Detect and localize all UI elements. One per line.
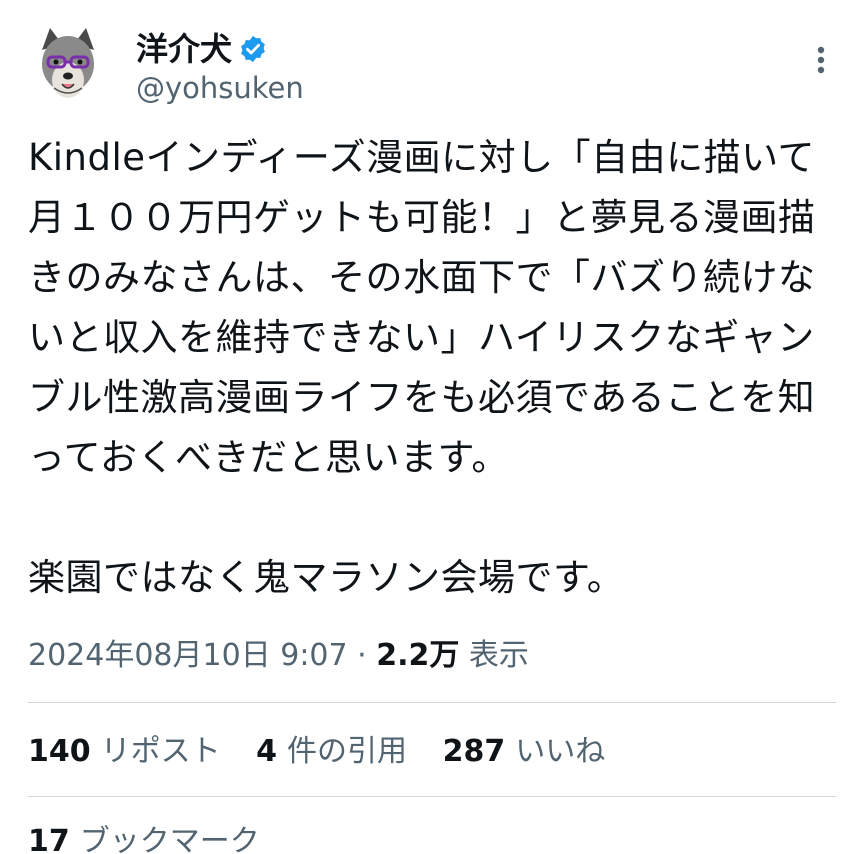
user-handle[interactable]: @yohsuken: [136, 70, 304, 106]
meta-separator: ·: [347, 638, 377, 673]
bookmarks-stat[interactable]: 17 ブックマーク: [28, 820, 260, 854]
verified-badge-icon: [238, 34, 268, 64]
tweet-meta: 2024年08月10日 9:07 · 2.2万 表示: [28, 634, 529, 678]
engagement-stats: 140 リポスト 4 件の引用 287 いいね: [28, 730, 631, 774]
likes-stat[interactable]: 287 いいね: [443, 730, 606, 774]
reposts-label: リポスト: [100, 734, 221, 769]
likes-count: 287: [442, 734, 506, 769]
views-label: 表示: [459, 638, 529, 673]
bookmarks-count: 17: [28, 824, 70, 854]
divider: [28, 796, 836, 797]
divider: [28, 702, 836, 703]
views-count: 2.2万: [376, 638, 460, 673]
likes-label: いいね: [515, 734, 606, 769]
quotes-label: 件の引用: [287, 734, 408, 769]
display-name-row[interactable]: 洋介犬: [136, 26, 268, 72]
tweet-datetime[interactable]: 2024年08月10日 9:07: [28, 638, 348, 673]
more-options-icon[interactable]: [808, 40, 834, 80]
reposts-stat[interactable]: 140 リポスト: [28, 730, 221, 774]
quotes-count: 4: [256, 734, 278, 769]
bookmarks-label: ブックマーク: [79, 824, 260, 854]
dog-avatar-icon[interactable]: [28, 24, 108, 104]
reposts-count: 140: [28, 734, 91, 769]
tweet-text: Kindleインディーズ漫画に対し「自由に描いて月１００万円ゲットも可能！」と夢…: [28, 136, 816, 599]
quotes-stat[interactable]: 4 件の引用: [256, 730, 407, 774]
display-name[interactable]: 洋介犬: [136, 29, 232, 69]
tweet-header: 洋介犬 @yohsuken: [0, 0, 863, 120]
